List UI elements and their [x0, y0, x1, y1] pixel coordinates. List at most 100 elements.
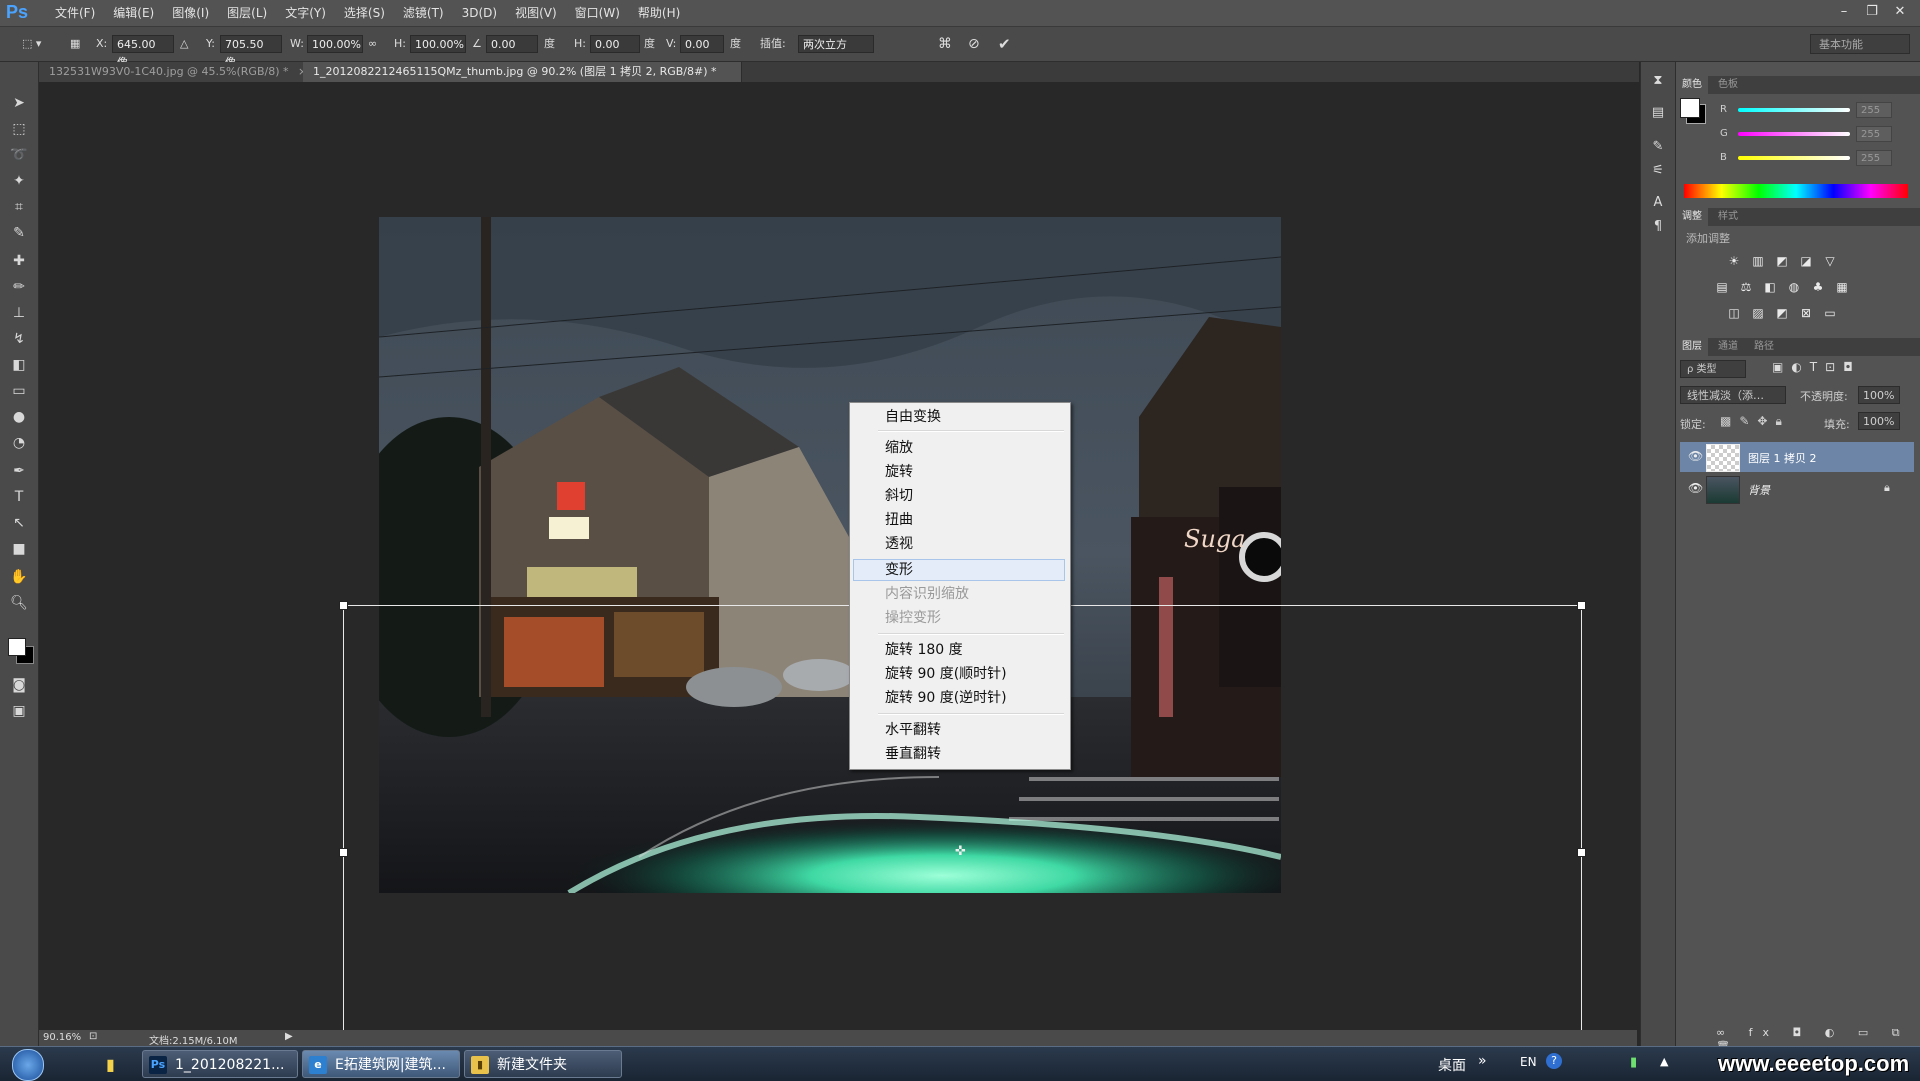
fg-color-chip[interactable]: [1680, 98, 1700, 118]
ctx-flip-vertical[interactable]: 垂直翻转: [885, 744, 941, 764]
zoom-tool-icon[interactable]: 🔍︎: [8, 592, 30, 614]
brush-panel-icon[interactable]: ✎: [1649, 138, 1667, 156]
ctx-rotate[interactable]: 旋转: [885, 462, 913, 482]
magic-wand-icon[interactable]: ✦: [8, 170, 30, 192]
tab-document-2[interactable]: 1_2012082212465115QMz_thumb.jpg @ 90.2% …: [303, 62, 742, 98]
type-tool-icon[interactable]: T: [8, 486, 30, 508]
canvas-area[interactable]: Suga ✜: [39, 82, 1637, 1030]
eraser-tool-icon[interactable]: ◧: [8, 354, 30, 376]
ctx-skew[interactable]: 斜切: [885, 486, 913, 506]
transform-tool-icon[interactable]: ⬚ ▾: [22, 35, 41, 53]
menu-layer[interactable]: 图层(L): [218, 0, 276, 26]
menu-select[interactable]: 选择(S): [335, 0, 394, 26]
gradient-tool-icon[interactable]: ▭: [8, 380, 30, 402]
layer-row-background[interactable]: 👁︎ 背景 🔒︎: [1680, 474, 1914, 504]
restore-icon[interactable]: ❐: [1858, 2, 1886, 22]
chevron-right-icon[interactable]: »: [1478, 1053, 1487, 1069]
tab-styles[interactable]: 样式: [1712, 208, 1744, 226]
eye-icon[interactable]: 👁︎: [1688, 481, 1703, 495]
fill-field[interactable]: 100%: [1858, 412, 1900, 430]
transform-center-icon[interactable]: ✜: [955, 844, 966, 859]
ctx-rotate-90-ccw[interactable]: 旋转 90 度(逆时针): [885, 688, 1007, 708]
workspace-select[interactable]: 基本功能: [1810, 34, 1910, 54]
y-field[interactable]: 705.50 像: [220, 35, 282, 69]
ctx-warp[interactable]: 变形: [885, 560, 913, 580]
vskew-field[interactable]: 0.00: [680, 35, 724, 53]
width-field[interactable]: 100.00%: [307, 35, 363, 53]
menu-view[interactable]: 视图(V): [506, 0, 566, 26]
eyedropper-icon[interactable]: ✎: [8, 222, 30, 244]
opacity-field[interactable]: 100%: [1858, 386, 1900, 404]
ctx-rotate-180[interactable]: 旋转 180 度: [885, 640, 963, 660]
status-menu-arrow-icon[interactable]: ▶: [285, 1031, 293, 1042]
hskew-field[interactable]: 0.00: [590, 35, 640, 53]
warp-mode-icon[interactable]: ⌘: [938, 35, 952, 53]
photo-filter-icon[interactable]: ◍: [1786, 280, 1802, 294]
ctx-flip-horizontal[interactable]: 水平翻转: [885, 720, 941, 740]
quick-mask-icon[interactable]: ◙: [8, 674, 30, 696]
channel-mixer-icon[interactable]: ♣: [1810, 280, 1826, 294]
tab-layers[interactable]: 图层: [1676, 338, 1708, 356]
menu-type[interactable]: 文字(Y): [276, 0, 335, 26]
r-slider[interactable]: [1738, 108, 1850, 112]
ctx-distort[interactable]: 扭曲: [885, 510, 913, 530]
tab-channels[interactable]: 通道: [1712, 338, 1744, 356]
color-balance-icon[interactable]: ⚖: [1738, 280, 1754, 294]
properties-icon[interactable]: ▤: [1649, 104, 1667, 122]
hue-sat-icon[interactable]: ▤: [1714, 280, 1730, 294]
start-button[interactable]: [12, 1049, 44, 1081]
threshold-icon[interactable]: ◩: [1774, 306, 1790, 320]
transform-handle-tr[interactable]: [1577, 601, 1586, 610]
menu-3d[interactable]: 3D(D): [453, 0, 506, 26]
history-brush-icon[interactable]: ↯: [8, 328, 30, 350]
invert-icon[interactable]: ◫: [1726, 306, 1742, 320]
reference-point-icon[interactable]: ▦: [70, 35, 80, 53]
tab-paths[interactable]: 路径: [1748, 338, 1780, 356]
help-icon[interactable]: ?: [1546, 1053, 1562, 1069]
tab-document-1[interactable]: 132531W93V0-1C40.jpg @ 45.5%(RGB/8) * ×: [39, 62, 322, 82]
levels-icon[interactable]: ▥: [1750, 254, 1766, 268]
commit-transform-icon[interactable]: ✔: [998, 35, 1011, 53]
ctx-perspective[interactable]: 透视: [885, 534, 913, 554]
eye-icon[interactable]: 👁︎: [1688, 449, 1703, 463]
layer-name[interactable]: 背景: [1748, 482, 1770, 498]
ctx-free-transform[interactable]: 自由变换: [885, 407, 941, 427]
screen-mode-icon[interactable]: ▣: [8, 700, 30, 722]
layer-kind-filter[interactable]: ρ 类型: [1680, 360, 1746, 378]
hand-tool-icon[interactable]: ✋: [8, 566, 30, 588]
menu-window[interactable]: 窗口(W): [566, 0, 629, 26]
layer-name[interactable]: 图层 1 拷贝 2: [1748, 450, 1817, 466]
paragraph-icon[interactable]: ¶: [1649, 218, 1667, 236]
tab-swatches[interactable]: 色板: [1712, 76, 1744, 94]
b-value[interactable]: 255: [1856, 150, 1892, 166]
curves-icon[interactable]: ◩: [1774, 254, 1790, 268]
g-slider[interactable]: [1738, 132, 1850, 136]
language-indicator[interactable]: EN: [1520, 1055, 1537, 1069]
tab-adjustments[interactable]: 调整: [1676, 208, 1708, 226]
tab-color[interactable]: 颜色: [1676, 76, 1708, 94]
marquee-tool-icon[interactable]: ⬚: [8, 118, 30, 140]
path-select-icon[interactable]: ↖: [8, 512, 30, 534]
x-field[interactable]: 645.00 像: [112, 35, 174, 69]
lasso-tool-icon[interactable]: ➰: [8, 144, 30, 166]
gradient-map-icon[interactable]: ▭: [1822, 306, 1838, 320]
posterize-icon[interactable]: ▨: [1750, 306, 1766, 320]
document-image[interactable]: Suga: [379, 217, 1281, 893]
ctx-rotate-90-cw[interactable]: 旋转 90 度(顺时针): [885, 664, 1007, 684]
explorer-pinned-icon[interactable]: ▮: [106, 1055, 115, 1074]
color-lookup-icon[interactable]: ▦: [1834, 280, 1850, 294]
g-value[interactable]: 255: [1856, 126, 1892, 142]
brush-tool-icon[interactable]: ✏: [8, 276, 30, 298]
ctx-scale[interactable]: 缩放: [885, 438, 913, 458]
tray-expand-icon[interactable]: ▲: [1660, 1055, 1668, 1068]
b-slider[interactable]: [1738, 156, 1850, 160]
brush-presets-icon[interactable]: ⚟: [1649, 162, 1667, 180]
lock-icons[interactable]: ▩✎✥🔒︎: [1720, 414, 1790, 429]
vibrance-icon[interactable]: ▽: [1822, 254, 1838, 268]
height-field[interactable]: 100.00%: [410, 35, 466, 53]
history-icon[interactable]: ⧗: [1649, 72, 1667, 90]
exposure-icon[interactable]: ◪: [1798, 254, 1814, 268]
r-value[interactable]: 255: [1856, 102, 1892, 118]
shape-tool-icon[interactable]: ■: [8, 538, 30, 560]
transform-handle-ml[interactable]: [339, 848, 348, 857]
